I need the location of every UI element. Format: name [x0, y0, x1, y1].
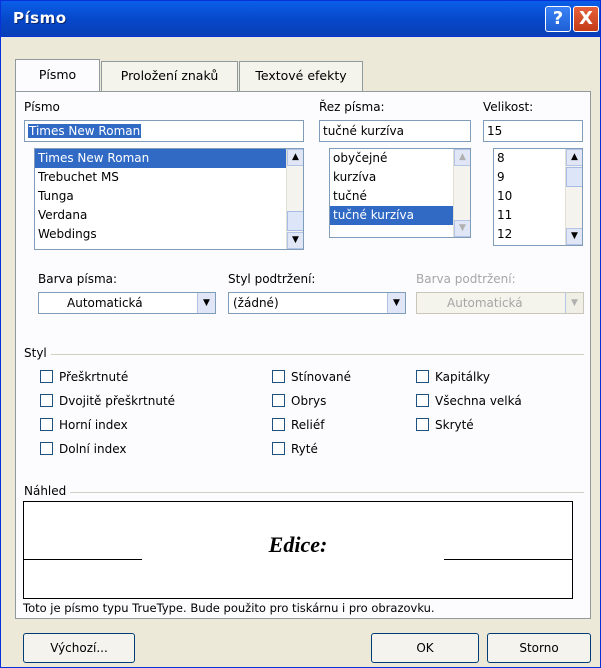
ok-button[interactable]: OK	[371, 633, 479, 663]
effects-divider	[24, 354, 584, 355]
checkbox-icon[interactable]	[272, 394, 285, 407]
cancel-button[interactable]: Storno	[487, 633, 591, 663]
font-style-field[interactable]: tučné kurzíva	[319, 120, 471, 142]
scroll-down-icon[interactable]: ▼	[287, 232, 303, 249]
help-button[interactable]: ?	[545, 6, 571, 32]
preview-box: Edice:	[23, 501, 573, 599]
checkbox-icon[interactable]	[416, 394, 429, 407]
checkbox-icon[interactable]	[40, 370, 53, 383]
scroll-down-icon[interactable]: ▼	[566, 228, 582, 245]
font-list-item[interactable]: Times New Roman	[35, 149, 303, 168]
checkbox-icon[interactable]	[272, 370, 285, 383]
font-style-item[interactable]: kurzíva	[330, 168, 470, 187]
window-title: Písmo	[13, 9, 67, 27]
scroll-up-icon[interactable]: ▲	[287, 149, 303, 166]
preview-divider	[24, 492, 584, 493]
subscript-checkbox[interactable]: Dolní index	[40, 442, 127, 458]
hidden-checkbox[interactable]: Skryté	[416, 418, 474, 434]
font-name-field[interactable]: Times New Roman	[24, 120, 304, 142]
font-list-item[interactable]: Tunga	[35, 187, 303, 206]
chevron-down-icon[interactable]: ▼	[387, 293, 405, 313]
checkbox-icon[interactable]	[40, 394, 53, 407]
preview-group-title: Náhled	[24, 484, 71, 498]
font-list-item[interactable]: Webdings	[35, 225, 303, 244]
font-size-field[interactable]: 15	[483, 120, 583, 142]
scroll-up-icon[interactable]: ▲	[454, 149, 470, 166]
font-dialog: Písmo ? X Písmo Proložení znaků Textové …	[0, 0, 601, 668]
font-color-label: Barva písma:	[38, 272, 118, 286]
scroll-thumb[interactable]	[287, 211, 303, 231]
superscript-checkbox[interactable]: Horní index	[40, 418, 128, 434]
preview-note: Toto je písmo typu TrueType. Bude použit…	[23, 601, 435, 615]
checkbox-icon[interactable]	[40, 442, 53, 455]
engrave-checkbox[interactable]: Ryté	[272, 442, 318, 458]
font-style-item[interactable]: tučné	[330, 187, 470, 206]
scroll-thumb[interactable]	[566, 167, 582, 187]
strikethrough-checkbox[interactable]: Přeškrtnuté	[40, 370, 128, 386]
chevron-down-icon: ▼	[565, 293, 583, 313]
title-bar[interactable]: Písmo ? X	[1, 1, 600, 37]
checkbox-icon[interactable]	[272, 418, 285, 431]
font-style-label: Řez písma:	[319, 100, 385, 114]
preview-baseline-right	[444, 559, 572, 560]
preview-sample-text: Edice:	[268, 532, 328, 557]
checkbox-icon[interactable]	[416, 418, 429, 431]
outline-checkbox[interactable]: Obrys	[272, 394, 326, 410]
checkbox-icon[interactable]	[416, 370, 429, 383]
underline-color-value: Automatická	[447, 296, 523, 310]
scroll-down-icon[interactable]: ▼	[454, 220, 470, 237]
preview-baseline-left	[24, 559, 142, 560]
emboss-checkbox[interactable]: Reliéf	[272, 418, 324, 434]
default-button[interactable]: Výchozí...	[23, 633, 135, 663]
font-style-list[interactable]: obyčejné kurzíva tučné tučné kurzíva ▲ ▼	[329, 148, 471, 238]
checkbox-icon[interactable]	[272, 442, 285, 455]
scroll-up-icon[interactable]: ▲	[566, 149, 582, 166]
shadow-checkbox[interactable]: Stínované	[272, 370, 351, 386]
underline-style-select[interactable]: (žádné) ▼	[228, 292, 406, 314]
tab-font[interactable]: Písmo	[15, 59, 100, 91]
underline-style-label: Styl podtržení:	[228, 272, 316, 286]
underline-color-select: Automatická ▼	[416, 292, 584, 314]
all-caps-checkbox[interactable]: Všechna velká	[416, 394, 522, 410]
double-strikethrough-checkbox[interactable]: Dvojitě přeškrtnuté	[40, 394, 175, 410]
font-color-value: Automatická	[67, 296, 143, 310]
font-size-list[interactable]: 8 9 10 11 12 ▲ ▼	[493, 148, 583, 246]
checkbox-icon[interactable]	[40, 418, 53, 431]
chevron-down-icon[interactable]: ▼	[197, 293, 215, 313]
font-list-scrollbar[interactable]: ▲ ▼	[286, 149, 303, 249]
font-list-item[interactable]: Trebuchet MS	[35, 168, 303, 187]
small-caps-checkbox[interactable]: Kapitálky	[416, 370, 490, 386]
font-style-item[interactable]: tučné kurzíva	[330, 206, 470, 225]
font-style-item[interactable]: obyčejné	[330, 149, 470, 168]
effects-group-title: Styl	[24, 346, 51, 360]
font-size-scrollbar[interactable]: ▲ ▼	[565, 149, 582, 245]
underline-style-value: (žádné)	[233, 296, 279, 310]
underline-color-label: Barva podtržení:	[416, 272, 516, 286]
font-style-scrollbar[interactable]: ▲ ▼	[453, 149, 470, 237]
font-list-item[interactable]: Verdana	[35, 206, 303, 225]
font-label: Písmo	[24, 100, 60, 114]
close-button[interactable]: X	[573, 6, 599, 32]
tab-character-spacing[interactable]: Proložení znaků	[101, 61, 238, 91]
font-color-select[interactable]: Automatická ▼	[38, 292, 216, 314]
font-size-label: Velikost:	[483, 100, 534, 114]
font-list[interactable]: Times New Roman Trebuchet MS Tunga Verda…	[34, 148, 304, 250]
tab-text-effects[interactable]: Textové efekty	[239, 61, 363, 91]
